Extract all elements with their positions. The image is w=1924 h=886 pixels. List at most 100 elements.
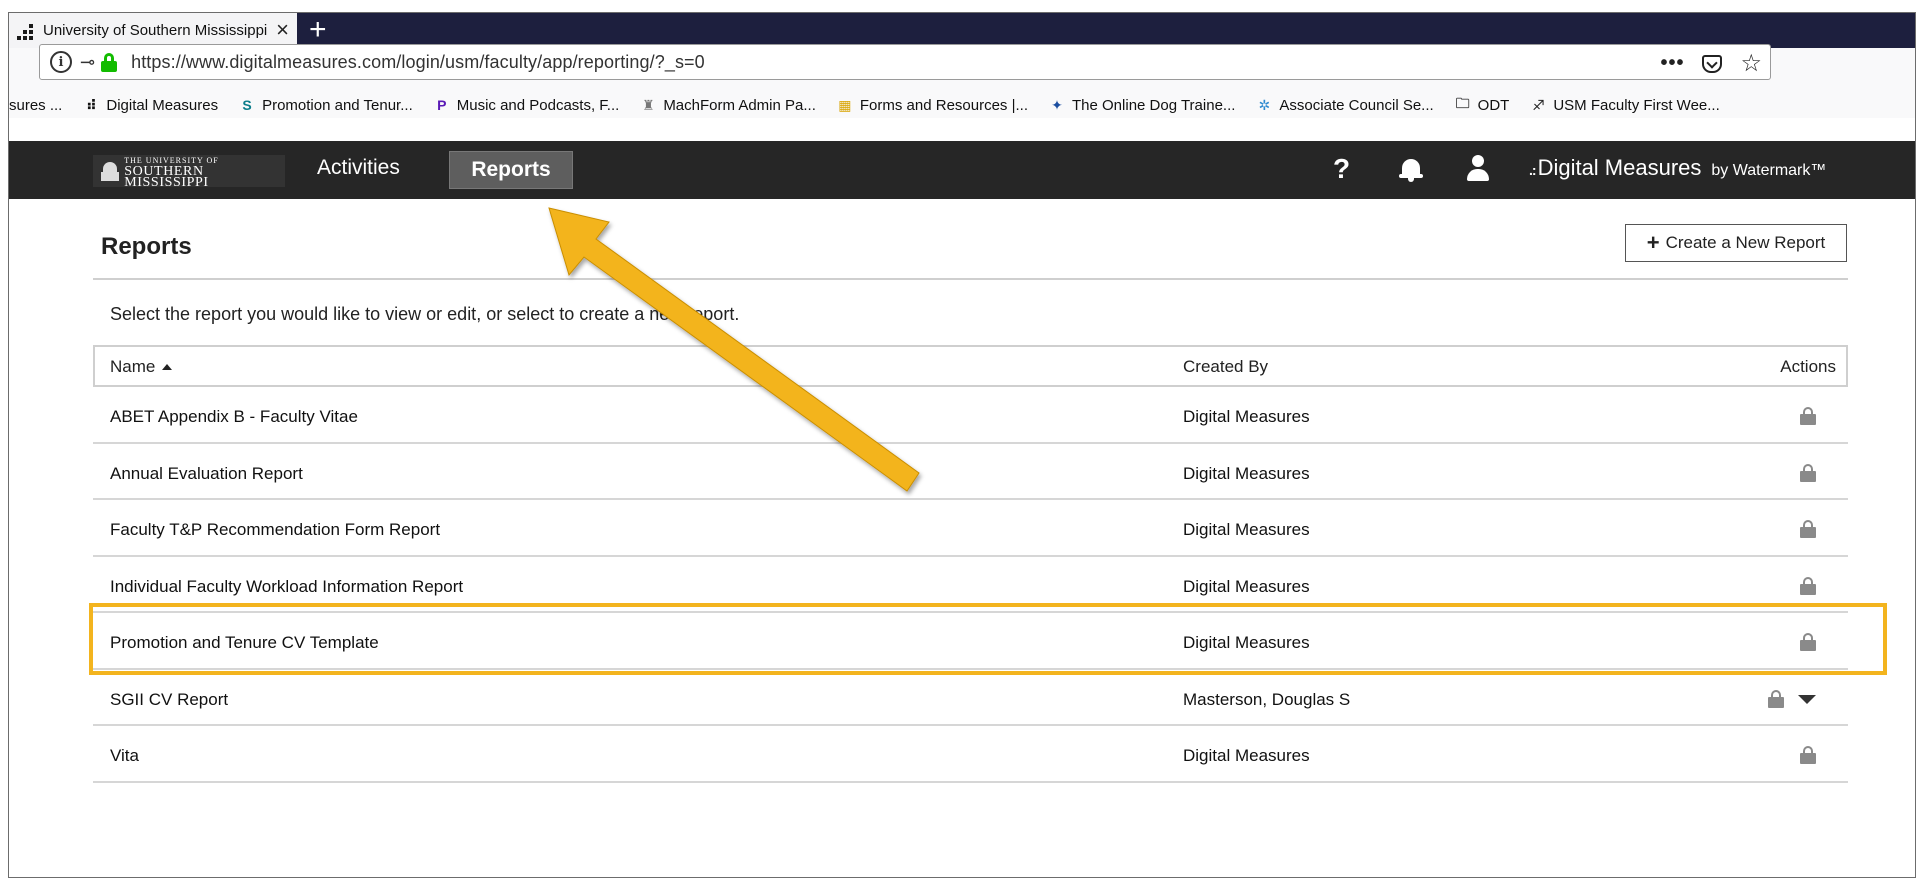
table-header: Name Created By Actions bbox=[93, 345, 1848, 387]
create-button-label: Create a New Report bbox=[1665, 233, 1826, 252]
plus-icon: + bbox=[1646, 230, 1660, 255]
table-row: Individual Faculty Workload Information … bbox=[93, 557, 1848, 613]
lock-icon bbox=[1768, 689, 1784, 708]
create-new-report-button[interactable]: + Create a New Report bbox=[1625, 224, 1847, 262]
browser-tab[interactable]: University of Southern Mississippi × bbox=[9, 13, 297, 48]
lock-icon bbox=[1800, 746, 1816, 764]
report-name-link[interactable]: Vita bbox=[110, 746, 139, 766]
info-icon[interactable]: i bbox=[50, 51, 72, 73]
folder-icon: 🗀 bbox=[1455, 95, 1470, 111]
logo-big-text: SOUTHERN MISSISSIPPI bbox=[124, 163, 209, 190]
bookmark-label: The Online Dog Traine... bbox=[1072, 96, 1236, 114]
table-row: Faculty T&P Recommendation Form Report D… bbox=[93, 500, 1848, 557]
bookmark-item[interactable]: ▦ Forms and Resources |... bbox=[836, 96, 1028, 114]
usm-icon: ♐ bbox=[1532, 96, 1545, 113]
report-name-link[interactable]: Individual Faculty Workload Information … bbox=[110, 577, 463, 597]
bookmark-label: Digital Measures bbox=[106, 96, 219, 114]
pocket-icon[interactable] bbox=[1702, 54, 1723, 73]
table-row: Annual Evaluation Report Digital Measure… bbox=[93, 444, 1848, 500]
created-by-cell: Digital Measures bbox=[1183, 520, 1310, 539]
lock-icon bbox=[1800, 633, 1816, 651]
column-name-header[interactable]: Name bbox=[110, 357, 173, 377]
bookmark-item[interactable]: ✦ The Online Dog Traine... bbox=[1048, 96, 1235, 114]
lock-icon bbox=[1800, 407, 1816, 425]
table-row: ABET Appendix B - Faculty Vitae Digital … bbox=[93, 387, 1848, 444]
key-icon[interactable]: ⊸ bbox=[80, 52, 95, 73]
lock-icon[interactable] bbox=[101, 53, 118, 72]
actions-dropdown-icon[interactable] bbox=[1798, 694, 1816, 704]
report-name-link[interactable]: SGII CV Report bbox=[110, 690, 228, 710]
created-by-cell: Digital Measures bbox=[1183, 576, 1310, 596]
bookmark-item[interactable]: ⠾ Digital Measures bbox=[82, 96, 218, 114]
created-by-cell: Digital Measures bbox=[1183, 633, 1310, 652]
logo-text: THE UNIVERSITY OF SOUTHERN MISSISSIPPI bbox=[124, 155, 285, 190]
lock-icon bbox=[1800, 576, 1816, 595]
divider bbox=[93, 278, 1848, 280]
pandora-icon: P bbox=[437, 97, 447, 113]
report-name-link[interactable]: ABET Appendix B - Faculty Vitae bbox=[110, 407, 358, 427]
app-header: THE UNIVERSITY OF SOUTHERN MISSISSIPPI A… bbox=[9, 141, 1915, 199]
bookmark-label: sures ... bbox=[9, 96, 63, 114]
page-title: Reports bbox=[101, 233, 192, 260]
tab-title: University of Southern Mississippi bbox=[43, 22, 268, 39]
bookmark-label: Music and Podcasts, F... bbox=[456, 96, 620, 114]
bookmark-star-icon[interactable]: ☆ bbox=[1740, 49, 1762, 78]
new-tab-icon[interactable]: + bbox=[309, 15, 327, 45]
browser-window: University of Southern Mississippi × + i… bbox=[8, 12, 1916, 878]
table-row: Vita Digital Measures bbox=[93, 726, 1848, 783]
table-row: Promotion and Tenure CV Template Digital… bbox=[93, 613, 1848, 670]
reports-table: Name Created By Actions ABET Appendix B … bbox=[93, 345, 1848, 783]
created-by-cell: Digital Measures bbox=[1183, 463, 1310, 483]
report-name-link[interactable]: Annual Evaluation Report bbox=[110, 464, 303, 484]
bookmark-item[interactable]: sures ... bbox=[9, 97, 62, 114]
bookmark-item[interactable]: P Music and Podcasts, F... bbox=[433, 96, 620, 114]
help-icon[interactable]: ? bbox=[1333, 153, 1350, 185]
close-tab-icon[interactable]: × bbox=[276, 19, 289, 41]
column-created-by-header: Created By bbox=[1183, 357, 1269, 376]
council-icon: ✲ bbox=[1258, 96, 1271, 113]
dog-trainer-icon: ✦ bbox=[1051, 96, 1063, 113]
bookmark-item[interactable]: ✲ Associate Council Se... bbox=[1255, 96, 1434, 114]
created-by-cell: Digital Measures bbox=[1183, 407, 1310, 426]
created-by-cell: Masterson, Douglas S bbox=[1183, 689, 1351, 709]
column-actions-header: Actions bbox=[1780, 357, 1836, 376]
url-actions: ••• ☆ bbox=[1660, 49, 1762, 78]
bookmark-item[interactable]: ♜ MachForm Admin Pa... bbox=[639, 96, 816, 114]
bookmark-label: MachForm Admin Pa... bbox=[663, 96, 816, 114]
bookmark-label: USM Faculty First Wee... bbox=[1553, 96, 1720, 114]
forms-icon: ▦ bbox=[838, 96, 852, 113]
table-row: SGII CV Report Masterson, Douglas S bbox=[93, 670, 1848, 726]
bookmark-label: Promotion and Tenur... bbox=[262, 96, 413, 114]
address-bar[interactable]: i ⊸ https://www.digitalmeasures.com/logi… bbox=[39, 44, 1771, 80]
digital-measures-favicon-icon bbox=[15, 22, 37, 40]
brand-by: by Watermark™ bbox=[1711, 162, 1827, 179]
report-name-link[interactable]: Faculty T&P Recommendation Form Report bbox=[110, 520, 440, 540]
digital-measures-brand: .: Digital Measures by Watermark™ bbox=[1529, 155, 1826, 181]
machform-icon: ♜ bbox=[642, 96, 655, 113]
usm-logo[interactable]: THE UNIVERSITY OF SOUTHERN MISSISSIPPI bbox=[93, 155, 285, 190]
intro-text: Select the report you would like to view… bbox=[110, 304, 740, 324]
brand-dots: .: bbox=[1529, 162, 1537, 178]
nav-reports[interactable]: Reports bbox=[449, 151, 573, 189]
dome-icon bbox=[101, 160, 120, 182]
bell-icon[interactable] bbox=[1399, 157, 1423, 183]
user-icon[interactable] bbox=[1467, 155, 1489, 183]
bookmark-label: Forms and Resources |... bbox=[859, 96, 1028, 114]
bookmark-label: Associate Council Se... bbox=[1279, 96, 1434, 114]
lock-icon bbox=[1800, 463, 1816, 482]
sharepoint-icon: S bbox=[242, 97, 252, 113]
sort-ascending-icon bbox=[162, 364, 173, 370]
column-name-label: Name bbox=[110, 357, 156, 376]
bookmarks-bar: sures ... ⠾ Digital Measures S Promotion a… bbox=[9, 88, 1740, 122]
tab-strip: University of Southern Mississippi × + bbox=[9, 13, 1915, 48]
report-name-link[interactable]: Promotion and Tenure CV Template bbox=[110, 633, 379, 653]
nav-activities[interactable]: Activities bbox=[317, 156, 400, 180]
bookmark-item[interactable]: S Promotion and Tenur... bbox=[238, 96, 413, 114]
bookmark-label: ODT bbox=[1477, 96, 1510, 114]
more-actions-icon[interactable]: ••• bbox=[1660, 52, 1684, 75]
digital-measures-icon: ⠾ bbox=[85, 96, 97, 113]
lock-icon bbox=[1800, 520, 1816, 538]
bookmark-item[interactable]: ♐ USM Faculty First Wee... bbox=[1529, 96, 1720, 114]
bookmark-item[interactable]: 🗀 ODT bbox=[1454, 95, 1510, 114]
url-text[interactable]: https://www.digitalmeasures.com/login/us… bbox=[131, 52, 705, 73]
